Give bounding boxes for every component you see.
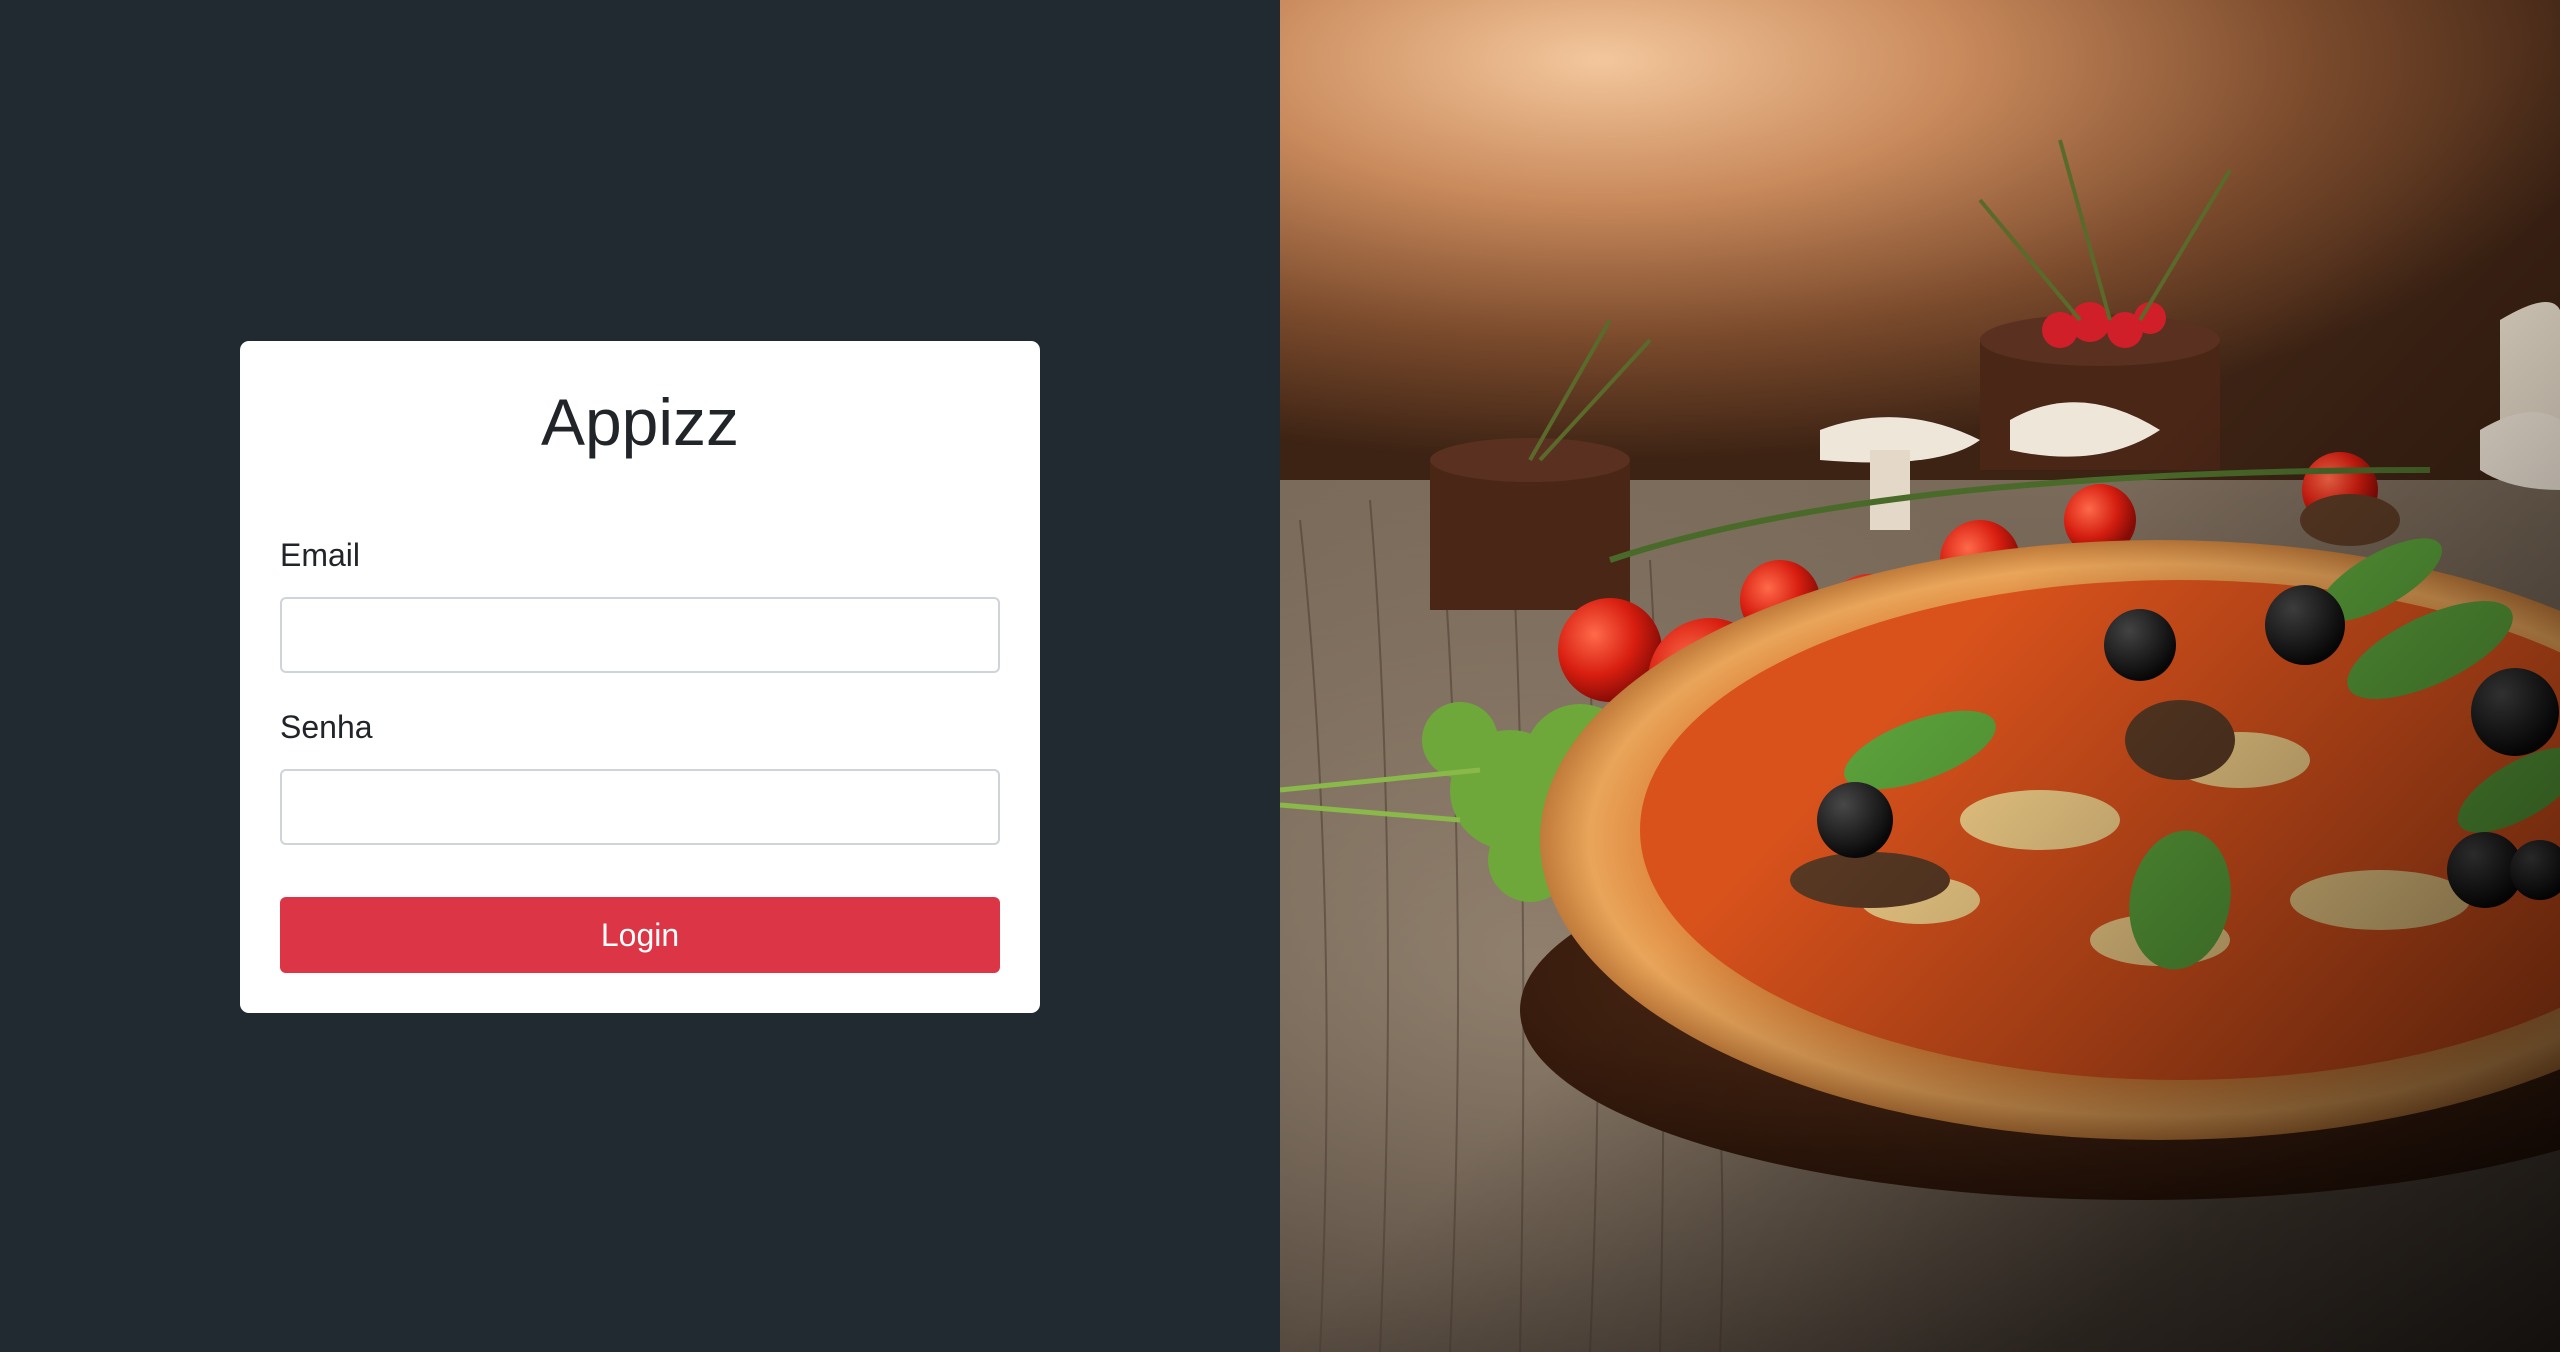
pizza-hero-image xyxy=(1280,0,2560,1352)
login-page: Appizz Email Senha Login xyxy=(0,0,2560,1352)
app-title: Appizz xyxy=(540,385,740,459)
email-field[interactable] xyxy=(280,597,1000,673)
senha-label: Senha xyxy=(280,709,373,745)
password-field[interactable] xyxy=(280,769,1000,845)
left-panel: Appizz Email Senha Login xyxy=(0,0,1280,1352)
login-button[interactable]: Login xyxy=(280,897,1000,973)
email-label: Email xyxy=(280,537,361,573)
login-card: Appizz Email Senha Login xyxy=(240,341,1040,1013)
